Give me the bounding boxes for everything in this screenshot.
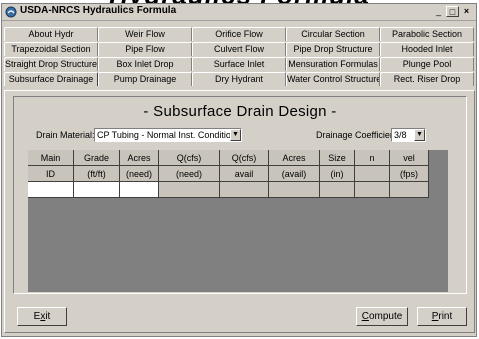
print-button[interactable]: Print [417,307,467,326]
tab-row-3: Straight Drop Structure Box Inlet Drop S… [4,57,474,71]
compute-button[interactable]: Compute [356,307,408,326]
n-cell [354,181,390,198]
tab-about-hydr[interactable]: About Hydr [4,27,98,41]
tab-weir-flow[interactable]: Weir Flow [98,27,192,41]
acres-avail-cell [268,181,320,198]
header-cell: (need) [158,165,220,182]
tab-row-4: Subsurface Drainage Pump Drainage Dry Hy… [4,72,474,86]
header-cell: ID [28,165,74,182]
tab-orifice-flow[interactable]: Orifice Flow [192,27,286,41]
chevron-down-icon[interactable]: ▼ [230,129,241,141]
drainage-coefficient-select[interactable]: 3/8 ▼ [391,128,426,142]
tab-box-inlet-drop[interactable]: Box Inlet Drop [98,57,192,71]
tab-row-1: About Hydr Weir Flow Orifice Flow Circul… [4,27,474,41]
compute-label-post: ompute [368,311,403,322]
tab-mensuration-formulas[interactable]: Mensuration Formulas [286,57,380,71]
header-cell: Grade [73,150,120,166]
tab-water-control-structure[interactable]: Water Control Structure [286,72,380,86]
drain-material-label: Drain Material: [36,130,95,140]
header-cell [354,165,390,182]
tab-straight-drop-structure[interactable]: Straight Drop Structure [4,57,98,71]
q-avail-cell [219,181,269,198]
tab-row-2: Trapezoidal Section Pipe Flow Culvert Fl… [4,42,474,56]
app-window: USDA-NRCS Hydraulics Formula _ □ × About… [1,3,477,337]
drainage-coefficient-label: Drainage Coefficient: [316,130,400,140]
tab-trapezoidal-section[interactable]: Trapezoidal Section [4,42,98,56]
maximize-button[interactable]: □ [446,6,459,17]
print-label-post: rint [438,311,453,322]
title-bar[interactable]: USDA-NRCS Hydraulics Formula _ □ × [2,4,476,21]
acres-need-cell[interactable] [119,181,159,198]
app-icon [5,6,17,18]
drain-material-value: CP Tubing - Normal Inst. Condition [97,130,236,140]
tab-rect-riser-drop[interactable]: Rect. Riser Drop [380,72,474,86]
header-cell: Q(cfs) [219,150,269,166]
vel-cell [389,181,429,198]
tab-pipe-flow[interactable]: Pipe Flow [98,42,192,56]
form-heading: - Subsurface Drain Design - [143,103,337,120]
tab-parabolic-section[interactable]: Parabolic Section [380,27,474,41]
header-cell: (avail) [268,165,320,182]
tab-subsurface-drainage[interactable]: Subsurface Drainage [4,72,98,86]
drainage-coefficient-value: 3/8 [394,130,407,140]
table-row [28,181,429,198]
compute-label-accel: C [361,311,369,322]
tab-surface-inlet[interactable]: Surface Inlet [192,57,286,71]
exit-button[interactable]: Exit [17,307,67,326]
header-cell: (in) [319,165,355,182]
header-cell: (need) [119,165,159,182]
window-title: USDA-NRCS Hydraulics Formula [20,5,177,16]
tab-circular-section[interactable]: Circular Section [286,27,380,41]
tab-culvert-flow[interactable]: Culvert Flow [192,42,286,56]
header-cell: Acres [119,150,159,166]
header-cell: Size [319,150,355,166]
tab-pipe-drop-structure[interactable]: Pipe Drop Structure [286,42,380,56]
header-cell: n [354,150,390,166]
header-cell: Main [28,150,74,166]
main-id-cell[interactable] [28,181,74,198]
tab-pump-drainage[interactable]: Pump Drainage [98,72,192,86]
header-cell: (ft/ft) [73,165,120,182]
chevron-down-icon[interactable]: ▼ [414,129,425,141]
drain-material-select[interactable]: CP Tubing - Normal Inst. Condition ▼ [94,128,242,142]
size-cell [319,181,355,198]
header-cell: Acres [268,150,320,166]
header-cell: vel [389,150,429,166]
q-need-cell [158,181,220,198]
close-button[interactable]: × [460,6,473,17]
header-cell: Q(cfs) [158,150,220,166]
header-cell: (fps) [389,165,429,182]
tab-hooded-inlet[interactable]: Hooded Inlet [380,42,474,56]
tab-panel: - Subsurface Drain Design - Drain Materi… [4,90,475,333]
minimize-button[interactable]: _ [432,6,445,17]
tab-dry-hydrant[interactable]: Dry Hydrant [192,72,286,86]
tab-plunge-pool[interactable]: Plunge Pool [380,57,474,71]
exit-label-post: it [45,311,51,322]
table-header-row-2: ID (ft/ft) (need) (need) avail (avail) (… [28,165,429,182]
drain-grid[interactable]: Main Grade Acres Q(cfs) Q(cfs) Acres Siz… [28,150,448,292]
drain-table: Main Grade Acres Q(cfs) Q(cfs) Acres Siz… [28,150,429,198]
design-frame: - Subsurface Drain Design - Drain Materi… [13,96,467,294]
grade-cell[interactable] [73,181,120,198]
table-header-row-1: Main Grade Acres Q(cfs) Q(cfs) Acres Siz… [28,150,429,166]
header-cell: avail [219,165,269,182]
